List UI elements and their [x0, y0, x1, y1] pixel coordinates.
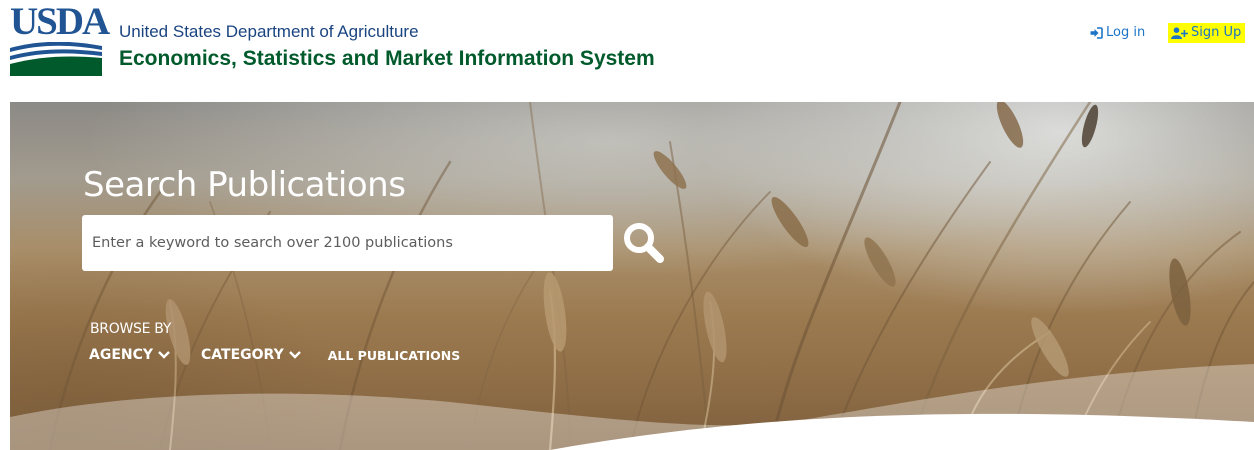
chevron-down-icon	[158, 350, 170, 359]
browse-agency-label: AGENCY	[89, 346, 154, 363]
login-label: Log in	[1106, 25, 1146, 40]
org-name: United States Department of Agriculture	[119, 22, 419, 41]
browse-agency-dropdown[interactable]: AGENCY	[89, 347, 171, 363]
hero-banner: Search Publications BROWSE BY AGENCY CAT…	[10, 102, 1254, 450]
search-button[interactable]	[620, 219, 668, 269]
usda-logo-mark	[10, 42, 102, 76]
search-input[interactable]	[82, 215, 613, 271]
signup-label: Sign Up	[1191, 25, 1242, 40]
search-icon	[624, 222, 664, 263]
sign-in-icon	[1090, 27, 1103, 39]
login-link[interactable]: Log in	[1090, 25, 1145, 41]
site-header: USDA United States Department of Agricul…	[0, 0, 1254, 102]
chevron-down-icon	[288, 350, 301, 359]
browse-nav: AGENCY CATEGORY ALL PUBLICATIONS	[89, 346, 461, 364]
hero-wave-divider	[10, 364, 1254, 450]
browse-all-publications-label: ALL PUBLICATIONS	[327, 348, 461, 363]
usda-logo[interactable]: USDA	[10, 2, 110, 76]
page-title: Search Publications	[83, 165, 406, 205]
usda-logo-text: USDA	[10, 0, 110, 43]
user-plus-icon	[1171, 27, 1188, 39]
browse-by-label: BROWSE BY	[90, 321, 172, 337]
signup-link[interactable]: Sign Up	[1168, 23, 1246, 43]
browse-all-publications-link[interactable]: ALL PUBLICATIONS	[328, 348, 461, 363]
browse-category-dropdown[interactable]: CATEGORY	[201, 347, 302, 363]
system-name: Economics, Statistics and Market Informa…	[119, 47, 655, 70]
browse-category-label: CATEGORY	[201, 346, 284, 363]
